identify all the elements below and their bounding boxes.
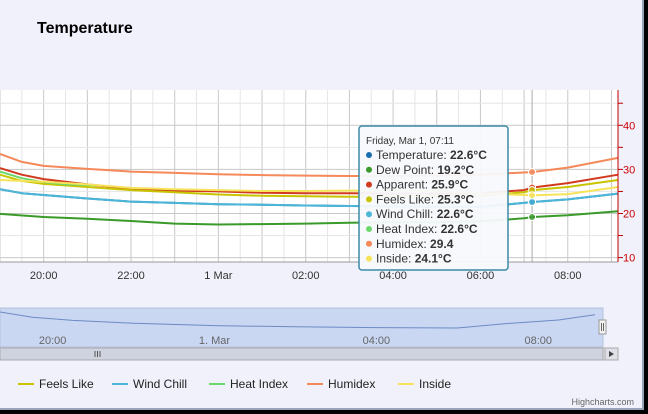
- tooltip-row-name: Wind Chill:: [376, 207, 437, 221]
- y-tick-label: 40: [623, 120, 635, 132]
- tooltip-row-value: 22.6°C: [450, 148, 487, 162]
- tooltip-row-name: Inside:: [376, 252, 415, 266]
- x-tick-label: 06:00: [467, 270, 495, 282]
- legend-item-wind-chill[interactable]: Wind Chill: [112, 377, 187, 391]
- navigator-tick-label: 08:00: [524, 335, 552, 347]
- tooltip-series-dot: [366, 240, 372, 247]
- hover-marker: [528, 198, 537, 207]
- y-tick-label: 30: [623, 164, 635, 176]
- tooltip-header: Friday, Mar 1, 07:11: [366, 136, 454, 147]
- tooltip-row-value: 24.1°C: [415, 252, 452, 266]
- tooltip-row-value: 25.9°C: [431, 178, 468, 192]
- tooltip-row-name: Temperature:: [376, 148, 450, 162]
- tooltip-row-value: 22.6°C: [441, 222, 478, 236]
- legend-label: Heat Index: [230, 377, 288, 391]
- x-tick-label: 02:00: [292, 270, 320, 282]
- x-tick-label: 1 Mar: [204, 270, 232, 282]
- tooltip-series-dot: [366, 196, 372, 203]
- x-tick-label: 04:00: [379, 270, 407, 282]
- tooltip-series-dot: [366, 255, 372, 262]
- navigator-tick-label: 04:00: [363, 335, 391, 347]
- hover-marker: [528, 191, 537, 200]
- navigator-range[interactable]: [0, 307, 604, 348]
- legend-label: Wind Chill: [133, 377, 187, 391]
- navigator-scrollbar-thumb[interactable]: [0, 347, 604, 361]
- tooltip-row: Dew Point: 19.2°C: [376, 163, 475, 177]
- x-tick-label: 20:00: [30, 270, 58, 282]
- tooltip-row: Inside: 24.1°C: [376, 252, 452, 266]
- tooltip-series-dot: [366, 166, 372, 173]
- scroll-right-arrow[interactable]: [604, 347, 619, 361]
- y-tick-label: 20: [623, 208, 635, 220]
- tooltip-row: Wind Chill: 22.6°C: [376, 207, 474, 221]
- legend-label: Inside: [419, 377, 451, 391]
- tooltip-row-name: Apparent:: [376, 178, 431, 192]
- chart-title: Temperature: [37, 20, 133, 37]
- tooltip-row-value: 25.3°C: [437, 192, 474, 206]
- tooltip-row-name: Humidex:: [376, 237, 430, 251]
- tooltip-series-dot: [366, 226, 372, 232]
- navigator-tick-label: 1. Mar: [199, 335, 231, 347]
- hover-marker: [528, 168, 537, 177]
- tooltip-row-value: 19.2°C: [437, 163, 474, 177]
- tooltip-row-name: Feels Like:: [376, 192, 437, 206]
- legend-item-heat-index[interactable]: Heat Index: [209, 377, 288, 391]
- legend-label: Humidex: [328, 377, 375, 391]
- tooltip-row: Heat Index: 22.6°C: [376, 222, 478, 236]
- chart-container: Temperature 20:00 22:00 1 Mar 02:00 04:00 06:…: [0, 0, 644, 410]
- tooltip-row-name: Heat Index:: [376, 222, 441, 236]
- hover-tooltip: Friday, Mar 1, 07:11Temperature: 22.6°CD…: [358, 125, 509, 271]
- y-tick-label: 10: [623, 253, 635, 265]
- credit-link[interactable]: Highcharts.com: [571, 397, 634, 407]
- x-tick-label: 22:00: [117, 270, 145, 282]
- tooltip-series-dot: [366, 181, 372, 188]
- legend-label: Feels Like: [39, 377, 94, 391]
- tooltip-series-dot: [366, 211, 372, 218]
- tooltip-row: Humidex: 29.4: [376, 237, 454, 251]
- legend-item-feels-like[interactable]: Feels Like: [18, 377, 94, 391]
- tooltip-row-value: 29.4: [430, 237, 454, 251]
- x-tick-label: 08:00: [554, 270, 582, 282]
- tooltip-row-value: 22.6°C: [437, 207, 474, 221]
- tooltip-row: Temperature: 22.6°C: [376, 148, 487, 162]
- tooltip-series-dot: [366, 152, 372, 158]
- navigator-handle-right[interactable]: [598, 319, 607, 335]
- tooltip-row: Feels Like: 25.3°C: [376, 192, 475, 206]
- legend-item-humidex[interactable]: Humidex: [307, 377, 375, 391]
- temperature-chart: Temperature 20:00 22:00 1 Mar 02:00 04:00 06:…: [0, 20, 635, 407]
- navigator-tick-label: 20:00: [39, 335, 67, 347]
- tooltip-row-name: Dew Point:: [376, 163, 437, 177]
- tooltip-row: Apparent: 25.9°C: [376, 178, 469, 192]
- hover-marker: [528, 213, 537, 222]
- legend-item-inside[interactable]: Inside: [398, 377, 451, 391]
